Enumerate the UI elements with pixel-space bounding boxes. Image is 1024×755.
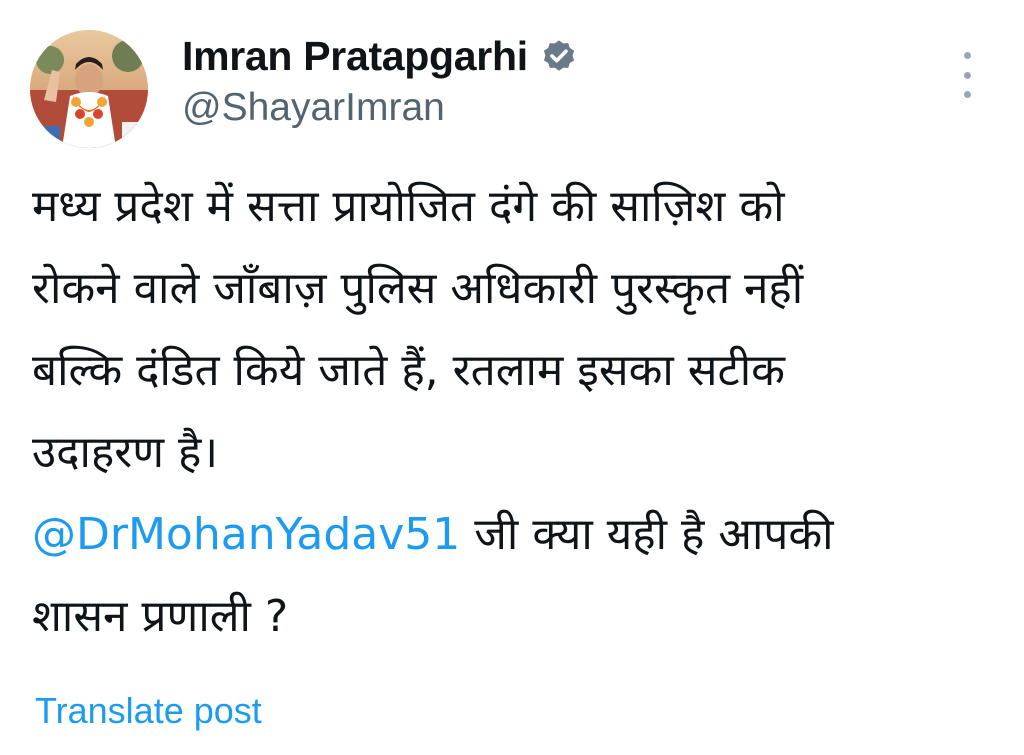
avatar-image bbox=[30, 30, 148, 148]
display-name[interactable]: Imran Pratapgarhi bbox=[182, 33, 528, 80]
menu-dot bbox=[963, 91, 971, 98]
verified-badge-icon[interactable] bbox=[540, 38, 578, 76]
mention-link[interactable]: @DrMohanYadav51 bbox=[32, 509, 460, 560]
menu-dot bbox=[963, 52, 971, 59]
post-text-line: @DrMohanYadav51 जी क्या यही है आपकी bbox=[32, 494, 1004, 576]
post-text-segment: जी क्या यही है आपकी bbox=[460, 509, 834, 560]
post-text-line: रोकने वाले जाँबाज़ पुलिस अधिकारी पुरस्कृ… bbox=[32, 263, 804, 314]
translate-post-link[interactable]: Translate post bbox=[35, 690, 262, 732]
author-handle[interactable]: @ShayarImran bbox=[182, 86, 445, 130]
post-text-line: शासन प्रणाली ? bbox=[32, 591, 289, 642]
more-vertical-icon[interactable] bbox=[950, 52, 984, 98]
avatar[interactable] bbox=[30, 30, 148, 148]
post-text: मध्य प्रदेश में सत्ता प्रायोजित दंगे की … bbox=[32, 166, 1004, 658]
author-name-row: Imran Pratapgarhi bbox=[182, 28, 578, 84]
post-text-line: मध्य प्रदेश में सत्ता प्रायोजित दंगे की … bbox=[32, 181, 785, 232]
menu-dot bbox=[963, 71, 971, 79]
tweet-card: Imran Pratapgarhi @ShayarImran मध्य प्रद… bbox=[0, 0, 1024, 755]
post-text-line: बल्कि दंडित किये जाते हैं, रतलाम इसका सट… bbox=[32, 345, 785, 396]
post-text-line: उदाहरण है। bbox=[32, 427, 219, 478]
